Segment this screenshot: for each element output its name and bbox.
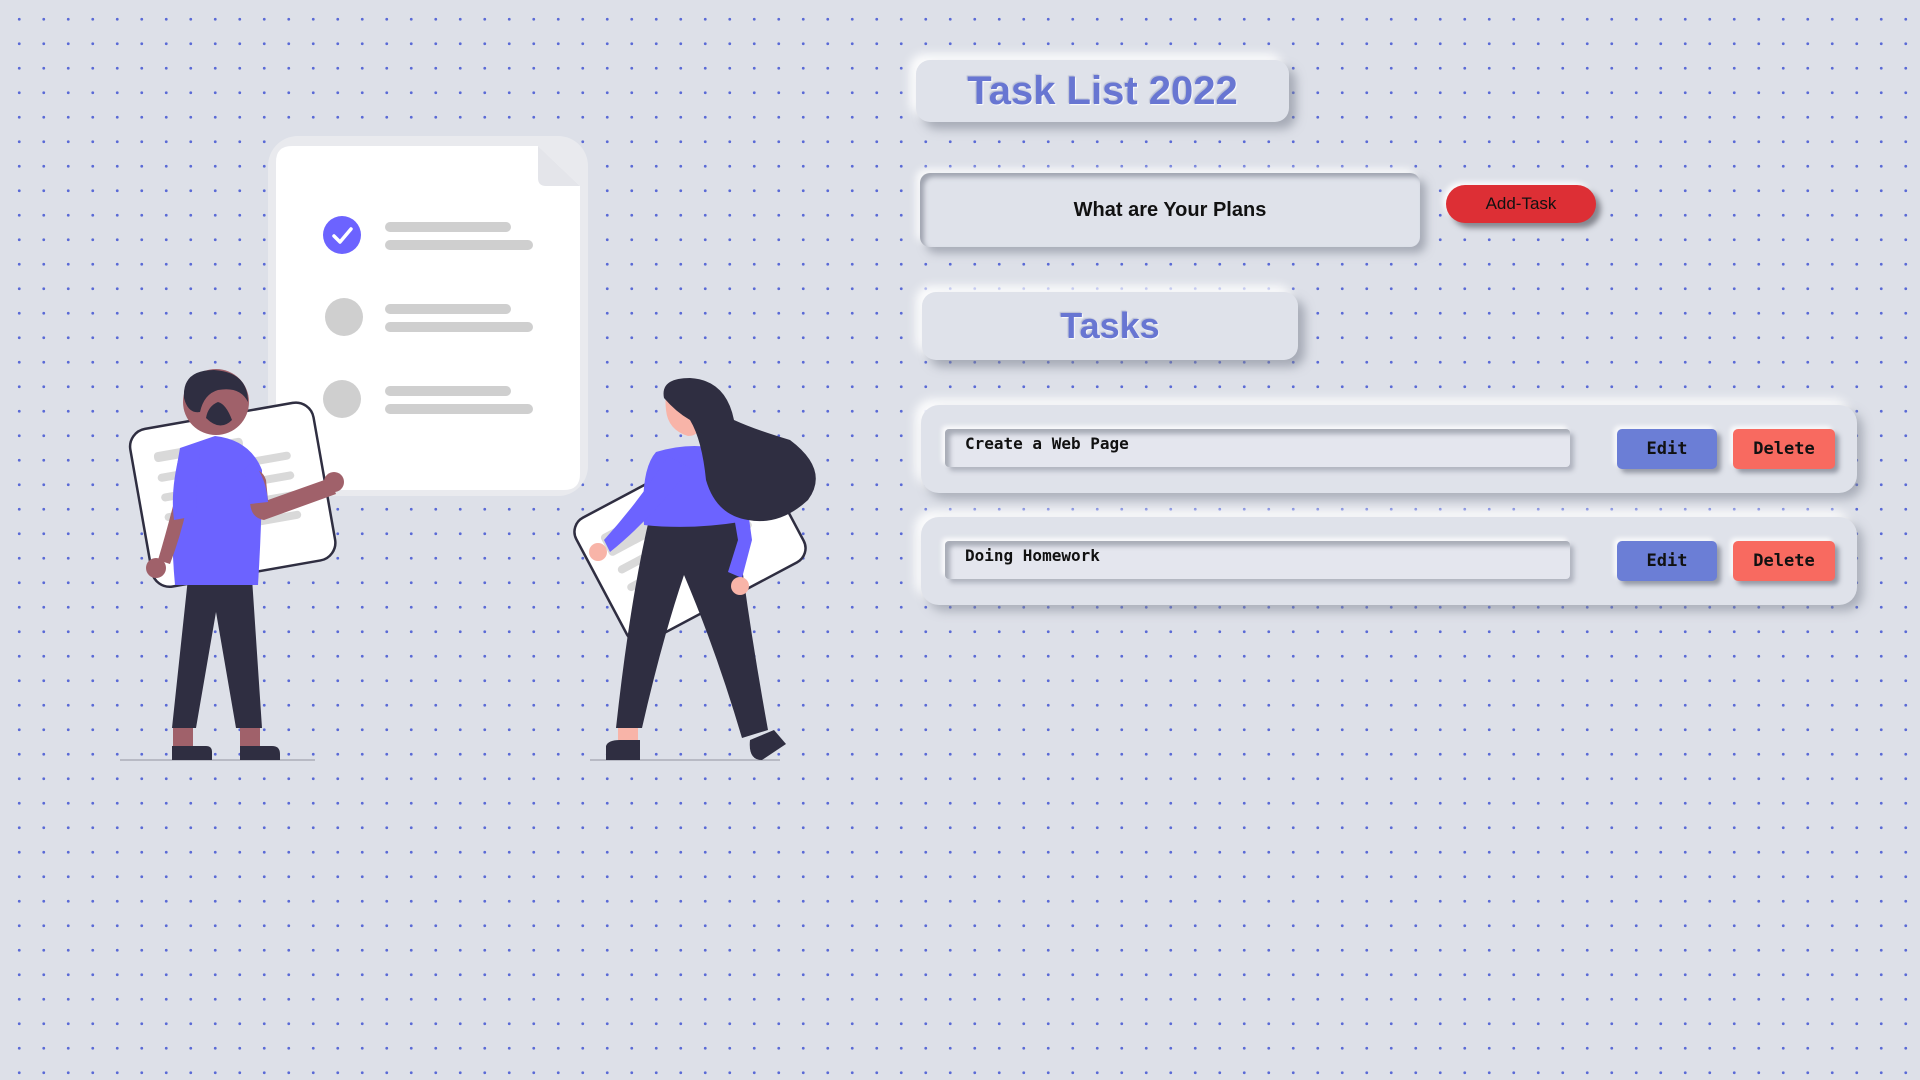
page-title: Task List 2022 (916, 60, 1289, 122)
tasks-heading: Tasks (922, 292, 1298, 360)
delete-button[interactable]: Delete (1733, 541, 1835, 581)
task-input[interactable] (920, 173, 1420, 247)
man-figure (120, 369, 344, 761)
task-text[interactable]: Create a Web Page (945, 429, 1570, 467)
people-with-checklist-illustration (120, 136, 816, 761)
edit-button[interactable]: Edit (1617, 541, 1717, 581)
task-row: Doing Homework Edit Delete (921, 517, 1857, 605)
unchecked-circle-icon (325, 298, 363, 336)
task-text[interactable]: Doing Homework (945, 541, 1570, 579)
edit-button[interactable]: Edit (1617, 429, 1717, 469)
unchecked-circle-icon (323, 380, 361, 418)
delete-button[interactable]: Delete (1733, 429, 1835, 469)
task-row: Create a Web Page Edit Delete (921, 405, 1857, 493)
woman-figure (573, 378, 816, 761)
task-list: Create a Web Page Edit Delete Doing Home… (921, 405, 1857, 629)
add-task-button[interactable]: Add-Task (1446, 185, 1596, 223)
checked-circle-icon (323, 216, 361, 254)
